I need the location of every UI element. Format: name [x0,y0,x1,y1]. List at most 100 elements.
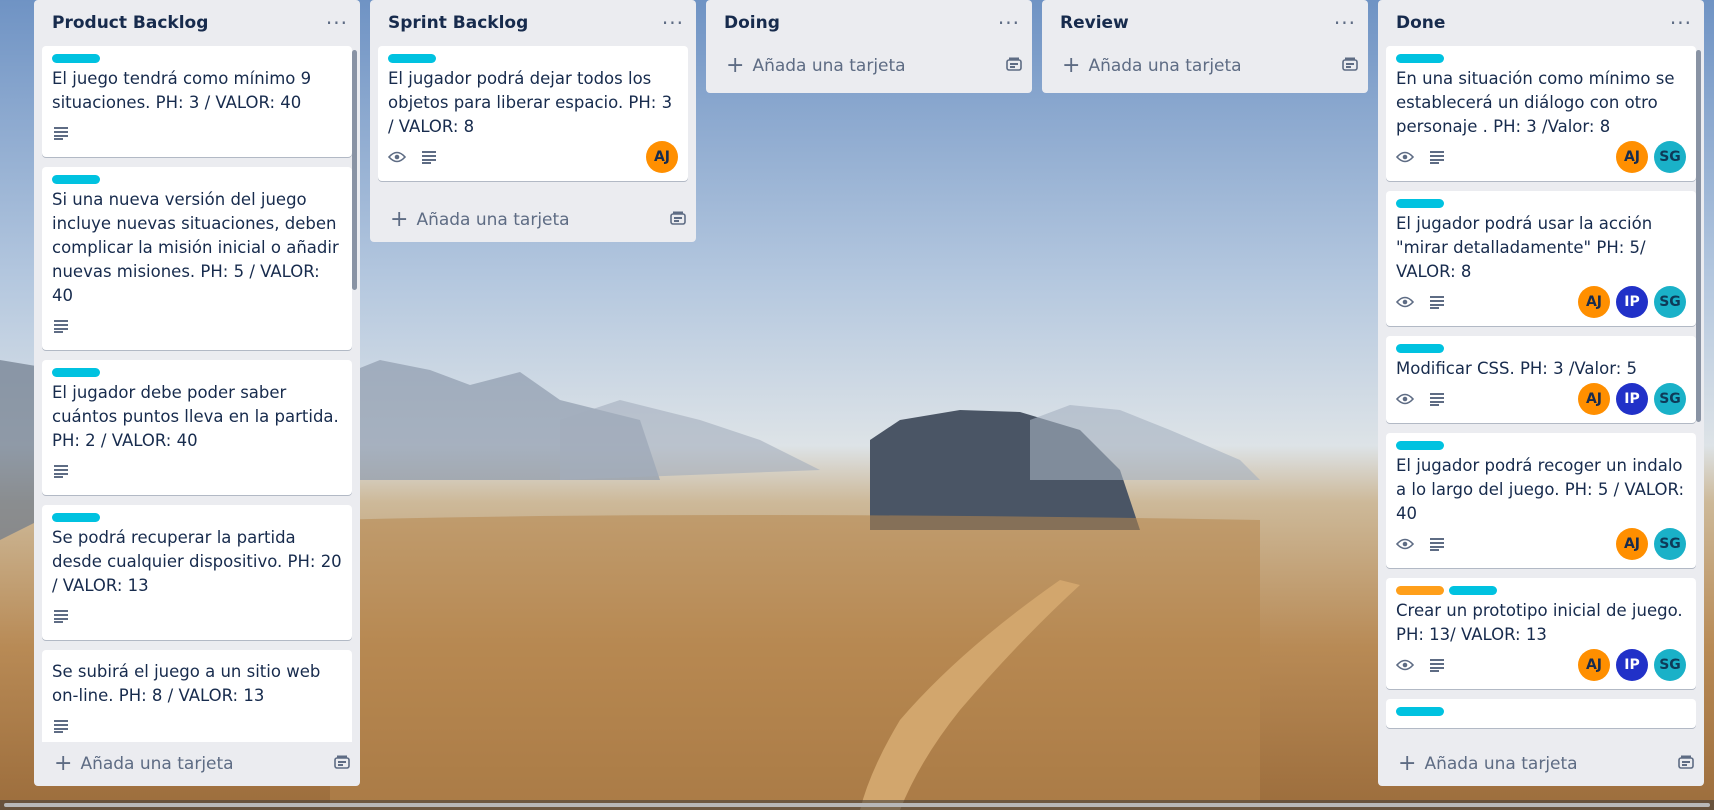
card-badges [52,710,342,742]
card[interactable]: El jugador podrá recoger un indalo a lo … [1386,433,1696,568]
list-doing: Doing ··· + Añada una tarjeta [706,0,1032,93]
avatar[interactable]: AJ [646,141,678,173]
card-title: Si una nueva versión del juego incluye n… [52,190,339,305]
description-icon [1428,535,1446,553]
card[interactable]: El jugador debe poder saber cuántos punt… [42,360,352,495]
ellipsis-icon[interactable]: ··· [662,13,684,33]
card-title: El jugador podrá usar la acción "mirar d… [1396,214,1653,281]
label-cyan[interactable] [1396,441,1444,450]
add-card-button[interactable]: + Añada una tarjeta [34,742,360,786]
description-icon [420,148,438,166]
description-icon [1428,656,1446,674]
add-card-label: Añada una tarjeta [1088,56,1242,76]
card[interactable]: Modificar CSS. PH: 3 /Valor: 5 AJ IP SG [1386,336,1696,423]
ellipsis-icon[interactable]: ··· [1334,13,1356,33]
avatar[interactable]: SG [1654,141,1686,173]
card-labels [52,368,342,377]
add-card-button[interactable]: + Añada una tarjeta [1042,46,1368,86]
description-icon [52,607,70,625]
label-cyan[interactable] [52,513,100,522]
avatar[interactable]: SG [1654,286,1686,318]
card-members: AJ [646,141,678,173]
avatar[interactable]: AJ [1578,649,1610,681]
label-orange[interactable] [1396,586,1444,595]
list-header: Review ··· [1042,0,1368,46]
ellipsis-icon[interactable]: ··· [1670,13,1692,33]
list-header: Done ··· [1378,0,1704,46]
ellipsis-icon[interactable]: ··· [998,13,1020,33]
card[interactable]: Se podrá recuperar la partida desde cual… [42,505,352,640]
list-header: Product Backlog ··· [34,0,360,46]
card-container[interactable]: En una situación como mínimo se establec… [1378,46,1704,742]
label-cyan[interactable] [388,54,436,63]
card[interactable]: Si una nueva versión del juego incluye n… [42,167,352,350]
card-container[interactable]: El juego tendrá como mínimo 9 situacione… [34,46,360,742]
card[interactable]: El juego tendrá como mínimo 9 situacione… [42,46,352,157]
card-badges [52,117,342,149]
card[interactable]: En una situación como mínimo se establec… [1386,46,1696,181]
avatar[interactable]: SG [1654,383,1686,415]
label-cyan[interactable] [52,175,100,184]
plus-icon: + [1398,751,1417,776]
list-sprint-backlog: Sprint Backlog ··· El jugador podrá deja… [370,0,696,242]
avatar[interactable]: AJ [1578,286,1610,318]
plus-icon: + [390,207,409,232]
list-title: Doing [724,13,780,33]
card-template-icon[interactable] [334,754,350,774]
card-labels [1396,199,1686,208]
avatar[interactable]: AJ [1616,528,1648,560]
add-card-button[interactable]: + Añada una tarjeta [706,46,1032,86]
avatar[interactable]: IP [1616,649,1648,681]
plus-icon: + [54,751,73,776]
list-review: Review ··· + Añada una tarjeta [1042,0,1368,93]
ellipsis-icon[interactable]: ··· [326,13,348,33]
card-template-icon[interactable] [670,210,686,230]
card-labels [52,513,342,522]
card[interactable]: Crear un prototipo inicial de juego. PH:… [1386,578,1696,689]
card-template-icon[interactable] [1342,56,1358,76]
avatar[interactable]: AJ [1616,141,1648,173]
card-badges [52,455,342,487]
label-cyan[interactable] [1396,707,1444,716]
card-container[interactable]: El jugador podrá dejar todos los objetos… [370,46,696,198]
avatar[interactable]: SG [1654,649,1686,681]
avatar[interactable]: IP [1616,286,1648,318]
avatar[interactable]: SG [1654,528,1686,560]
label-cyan[interactable] [1396,199,1444,208]
card-members: AJ IP SG [1578,383,1686,415]
scrollbar[interactable] [1696,50,1701,422]
label-cyan[interactable] [1449,586,1497,595]
label-cyan[interactable] [52,54,100,63]
list-title: Done [1396,13,1446,33]
card[interactable]: El jugador podrá usar la acción "mirar d… [1386,191,1696,326]
scrollbar-thumb[interactable] [4,803,1710,807]
card-labels [388,54,678,63]
add-card-button[interactable]: + Añada una tarjeta [370,198,696,242]
card-labels [1396,586,1686,595]
add-card-label: Añada una tarjeta [1424,754,1578,774]
list-header: Sprint Backlog ··· [370,0,696,46]
description-icon [52,462,70,480]
card-members: AJ SG [1616,141,1686,173]
eye-icon [1396,535,1414,553]
card-badges: AJ SG [1396,141,1686,173]
card-template-icon[interactable] [1678,754,1694,774]
card-template-icon[interactable] [1006,56,1022,76]
board: Product Backlog ··· El juego tendrá como… [0,0,1714,810]
add-card-button[interactable]: + Añada una tarjeta [1378,742,1704,786]
board-horizontal-scrollbar[interactable] [0,800,1714,810]
label-cyan[interactable] [1396,344,1444,353]
card-badges: AJ IP SG [1396,286,1686,318]
label-cyan[interactable] [1396,54,1444,63]
card[interactable] [1386,699,1696,728]
scrollbar[interactable] [352,50,357,290]
description-icon [1428,293,1446,311]
card-labels [1396,707,1686,716]
label-cyan[interactable] [52,368,100,377]
card[interactable]: Se subirá el juego a un sitio web on-lin… [42,650,352,742]
avatar[interactable]: AJ [1578,383,1610,415]
card-title: El jugador podrá dejar todos los objetos… [388,69,673,136]
avatar[interactable]: IP [1616,383,1648,415]
card-badges: AJ [388,141,678,173]
card[interactable]: El jugador podrá dejar todos los objetos… [378,46,688,181]
